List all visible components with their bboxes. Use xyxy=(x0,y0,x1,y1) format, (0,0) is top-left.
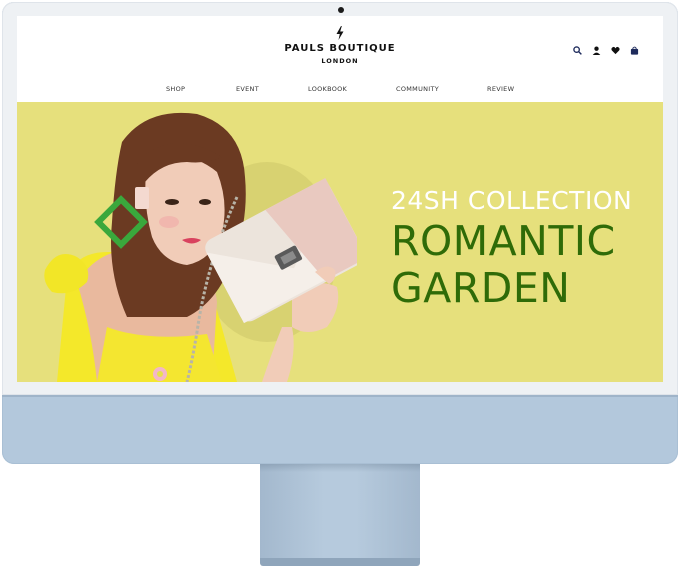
monitor-stand xyxy=(260,464,420,562)
webcam xyxy=(338,7,344,13)
nav-event[interactable]: EVENT xyxy=(236,85,259,93)
imac-monitor: PAULS BOUTIQUE LONDON SHOP EVENT LOOKBOO… xyxy=(2,2,678,464)
stand-foot xyxy=(260,558,420,566)
search-icon[interactable] xyxy=(573,46,582,55)
bag-icon[interactable] xyxy=(630,46,639,55)
brand-subtitle: LONDON xyxy=(321,57,359,65)
nav-review[interactable]: REVIEW xyxy=(487,85,514,93)
hero-kicker: 24SH COLLECTION xyxy=(391,186,633,215)
nav-community[interactable]: COMMUNITY xyxy=(396,85,439,93)
nav-lookbook[interactable]: LOOKBOOK xyxy=(308,85,347,93)
hero-banner[interactable]: 24SH COLLECTION ROMANTIC GARDEN xyxy=(17,102,663,382)
monitor-bezel: PAULS BOUTIQUE LONDON SHOP EVENT LOOKBOO… xyxy=(2,2,678,395)
lightning-bolt-icon xyxy=(336,26,344,40)
main-nav: SHOP EVENT LOOKBOOK COMMUNITY REVIEW xyxy=(17,85,663,97)
model-with-handbag-image xyxy=(44,112,357,382)
monitor-chin-divider xyxy=(2,395,678,397)
user-icon[interactable] xyxy=(592,46,601,55)
site-header: PAULS BOUTIQUE LONDON SHOP EVENT LOOKBOO… xyxy=(17,16,663,102)
nav-shop[interactable]: SHOP xyxy=(166,85,185,93)
stand-shadow xyxy=(260,464,420,472)
desktop-stage: PAULS BOUTIQUE LONDON SHOP EVENT LOOKBOO… xyxy=(0,0,680,572)
header-icons xyxy=(573,46,639,55)
brand-name: PAULS BOUTIQUE xyxy=(284,43,396,54)
hero-title: ROMANTIC GARDEN xyxy=(391,217,616,312)
brand-logo[interactable]: PAULS BOUTIQUE LONDON xyxy=(17,26,663,65)
monitor-screen: PAULS BOUTIQUE LONDON SHOP EVENT LOOKBOO… xyxy=(17,16,663,382)
heart-icon[interactable] xyxy=(611,46,620,55)
